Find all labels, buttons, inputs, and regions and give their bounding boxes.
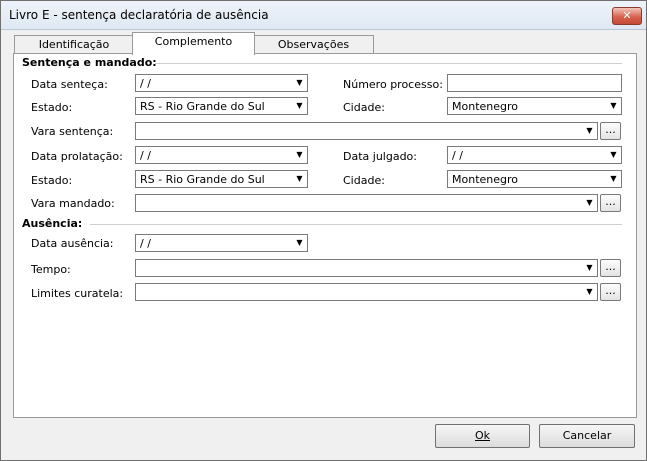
limites-curatela-select[interactable]: ▼ — [135, 283, 598, 301]
data-sentenca-label: Data senteça: — [31, 78, 108, 91]
chevron-down-icon[interactable]: ▼ — [582, 284, 597, 300]
chevron-down-icon[interactable]: ▼ — [292, 98, 307, 114]
vara-mandado-select[interactable]: ▼ — [135, 194, 598, 212]
estado-value: RS - Rio Grande do Sul — [140, 100, 265, 113]
ok-button[interactable]: Ok — [435, 424, 530, 448]
tab-identificacao[interactable]: Identificação — [14, 35, 134, 55]
tempo-browse-button[interactable]: ... — [600, 259, 621, 277]
tab-observacoes[interactable]: Observações — [253, 35, 374, 55]
tempo-select[interactable]: ▼ — [135, 259, 598, 277]
tempo-label: Tempo: — [31, 263, 71, 276]
chevron-down-icon[interactable]: ▼ — [292, 75, 307, 91]
vara-mandado-label: Vara mandado: — [31, 197, 115, 210]
chevron-down-icon[interactable]: ▼ — [292, 171, 307, 187]
chevron-down-icon[interactable]: ▼ — [582, 123, 597, 139]
close-button[interactable]: ✕ — [612, 7, 642, 25]
limites-curatela-browse-button[interactable]: ... — [600, 283, 621, 301]
estado-mandado-select[interactable]: RS - Rio Grande do Sul ▼ — [135, 170, 308, 188]
cancel-label: Cancelar — [562, 429, 612, 442]
numero-processo-input[interactable] — [447, 74, 622, 92]
vara-sentenca-browse-button[interactable]: ... — [600, 122, 621, 140]
window-title: Livro E - sentença declaratória de ausên… — [9, 8, 269, 22]
vara-sentenca-select[interactable]: ▼ — [135, 122, 598, 140]
data-prolatacao-value: / / — [140, 149, 151, 162]
section-divider — [90, 224, 622, 225]
section-title-ausencia: Ausência: — [22, 217, 83, 230]
tab-complemento[interactable]: Complemento — [132, 32, 255, 55]
numero-processo-label: Número processo: — [343, 78, 443, 91]
data-prolatacao-label: Data prolatação: — [31, 150, 123, 163]
cidade-select[interactable]: Montenegro ▼ — [447, 97, 622, 115]
cidade-label: Cidade: — [343, 101, 385, 114]
data-ausencia-field[interactable]: / / ▼ — [135, 234, 308, 252]
ok-label: Ok — [474, 429, 491, 442]
limites-curatela-label: Limites curatela: — [31, 287, 124, 300]
title-bar[interactable]: Livro E - sentença declaratória de ausên… — [1, 1, 646, 30]
chevron-down-icon[interactable]: ▼ — [292, 147, 307, 163]
cancel-button[interactable]: Cancelar — [539, 424, 635, 448]
chevron-down-icon[interactable]: ▼ — [292, 235, 307, 251]
estado-mandado-label: Estado: — [31, 174, 73, 187]
cidade-mandado-select[interactable]: Montenegro ▼ — [447, 170, 622, 188]
chevron-down-icon[interactable]: ▼ — [582, 195, 597, 211]
vara-sentenca-label: Vara sentença: — [31, 125, 114, 138]
estado-mandado-value: RS - Rio Grande do Sul — [140, 173, 265, 186]
chevron-down-icon[interactable]: ▼ — [582, 260, 597, 276]
data-julgado-value: / / — [452, 149, 463, 162]
data-sentenca-value: / / — [140, 77, 151, 90]
chevron-down-icon[interactable]: ▼ — [606, 171, 621, 187]
data-julgado-label: Data julgado: — [343, 150, 417, 163]
data-prolatacao-field[interactable]: / / ▼ — [135, 146, 308, 164]
estado-label: Estado: — [31, 101, 73, 114]
close-icon: ✕ — [622, 9, 632, 22]
section-divider — [155, 63, 622, 64]
estado-select[interactable]: RS - Rio Grande do Sul ▼ — [135, 97, 308, 115]
cidade-mandado-label: Cidade: — [343, 174, 385, 187]
chevron-down-icon[interactable]: ▼ — [606, 98, 621, 114]
cidade-mandado-value: Montenegro — [452, 173, 519, 186]
chevron-down-icon[interactable]: ▼ — [606, 147, 621, 163]
data-julgado-field[interactable]: / / ▼ — [447, 146, 622, 164]
cidade-value: Montenegro — [452, 100, 519, 113]
section-title-sentenca-mandado: Sentença e mandado: — [22, 56, 157, 69]
vara-mandado-browse-button[interactable]: ... — [600, 194, 621, 212]
data-ausencia-label: Data ausência: — [31, 237, 114, 250]
data-ausencia-value: / / — [140, 237, 151, 250]
data-sentenca-field[interactable]: / / ▼ — [135, 74, 308, 92]
